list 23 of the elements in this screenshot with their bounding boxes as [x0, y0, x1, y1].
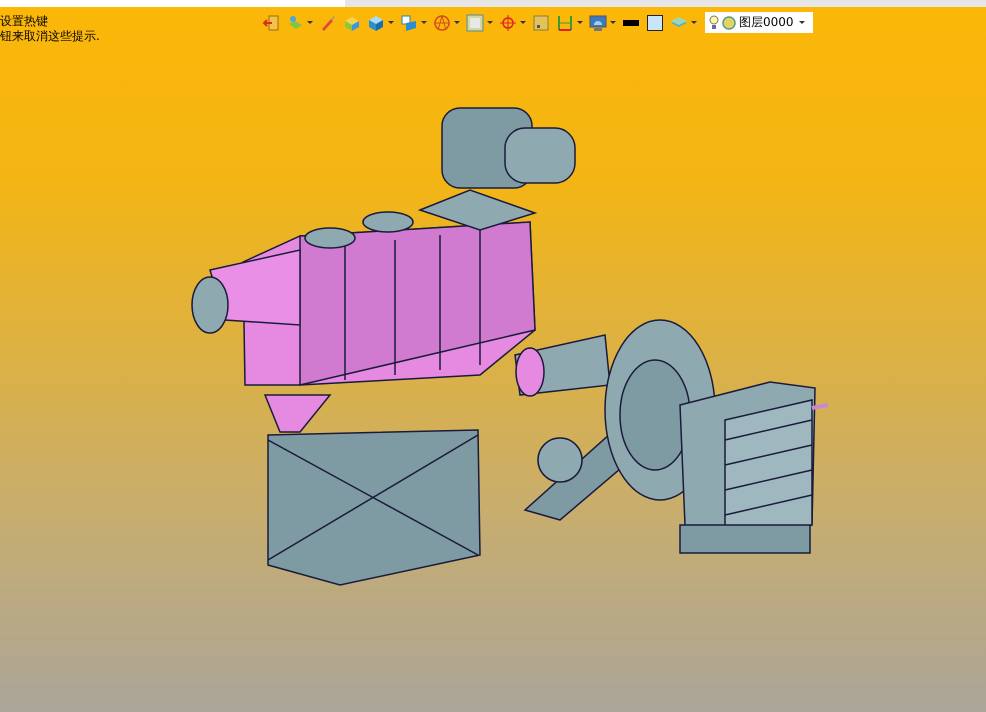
caret-icon[interactable]: [487, 21, 493, 24]
light-bulb-icon: [709, 14, 719, 30]
color-swatch-icon[interactable]: [646, 14, 664, 32]
cube-view-icon[interactable]: [400, 14, 418, 32]
caret-icon[interactable]: [388, 21, 394, 24]
caret-icon[interactable]: [454, 21, 460, 24]
caret-icon[interactable]: [421, 21, 427, 24]
caret-icon[interactable]: [799, 21, 805, 24]
caret-icon[interactable]: [577, 21, 583, 24]
layer-dropdown[interactable]: 图层0000: [705, 12, 813, 33]
hint-text: 钮来取消这些提示.: [0, 29, 100, 44]
square-icon[interactable]: [532, 14, 550, 32]
exit-icon[interactable]: [262, 14, 280, 32]
circle-icon: [722, 16, 736, 30]
monitor-icon[interactable]: [589, 14, 607, 32]
caret-icon[interactable]: [307, 21, 313, 24]
frame-icon[interactable]: [466, 14, 484, 32]
layer-name: 图层0000: [739, 14, 795, 31]
cube-icon[interactable]: [367, 14, 385, 32]
caret-icon[interactable]: [691, 21, 697, 24]
hint-text: 设置热键: [0, 14, 48, 29]
caret-icon[interactable]: [610, 21, 616, 24]
caret-icon[interactable]: [520, 21, 526, 24]
